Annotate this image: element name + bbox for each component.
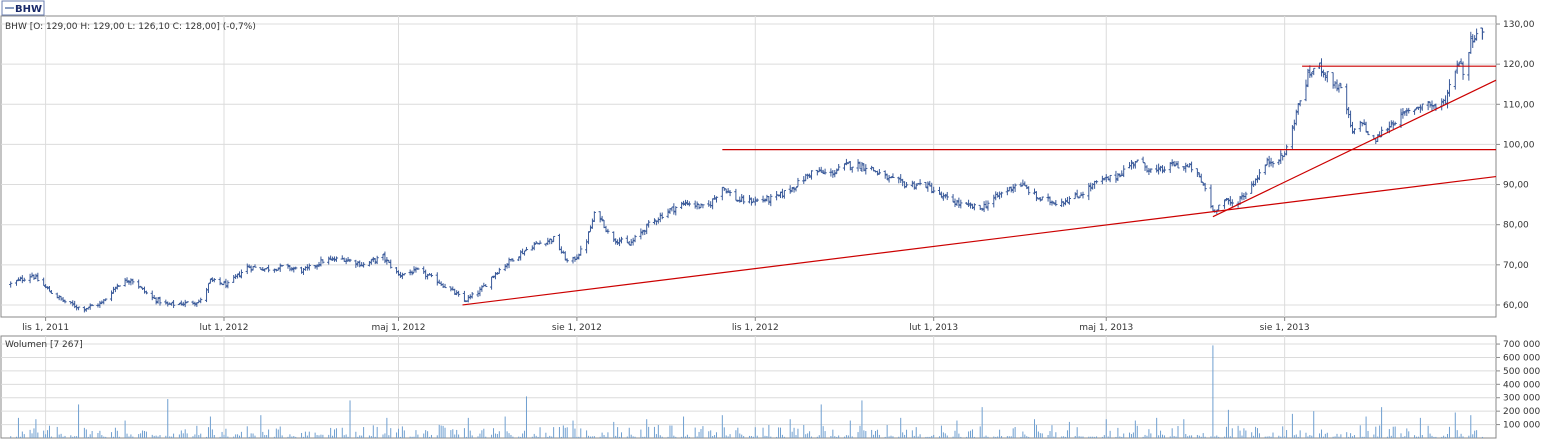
y-tick-label: 130,00	[1503, 20, 1535, 30]
x-tick-label: maj 1, 2013	[1079, 323, 1133, 333]
volume-y-tick-label: 700 000	[1503, 340, 1540, 350]
x-tick-label: lis 1, 2011	[22, 323, 69, 333]
price-y-axis: 60,00 70,00 80,00 90,00 100,00 110,00 120,00 13…	[1496, 20, 1535, 311]
volume-y-tick-label: 200 000	[1503, 407, 1540, 417]
volume-y-tick-label: 500 000	[1503, 367, 1540, 377]
stock-chart: BHW 60,00 70,00 80,00 90,00 100,00 110,00 120,…	[0, 0, 1543, 441]
x-tick-label: lut 1, 2013	[909, 323, 958, 333]
x-tick-label: sie 1, 2013	[1260, 323, 1310, 333]
volume-legend: Wolumen [7 267]	[5, 340, 83, 350]
y-tick-label: 80,00	[1503, 221, 1529, 231]
x-tick-label: lis 1, 2012	[732, 323, 779, 333]
y-tick-label: 90,00	[1503, 181, 1529, 191]
y-tick-label: 120,00	[1503, 60, 1535, 70]
y-tick-label: 70,00	[1503, 261, 1529, 271]
price-panel	[0, 15, 1497, 318]
y-tick-label: 60,00	[1503, 301, 1529, 311]
volume-y-tick-label: 300 000	[1503, 394, 1540, 404]
volume-y-tick-label: 400 000	[1503, 380, 1540, 390]
y-tick-label: 110,00	[1503, 100, 1535, 110]
symbol-tab[interactable]: BHW	[1, 0, 45, 16]
x-tick-label: sie 1, 2012	[552, 323, 602, 333]
chart-svg: BHW 60,00 70,00 80,00 90,00 100,00 110,00 120,…	[0, 0, 1540, 439]
x-tick-label: lut 1, 2012	[200, 323, 249, 333]
y-tick-label: 100,00	[1503, 140, 1535, 150]
volume-y-axis: 100 000 200 000 300 000 400 000 500 000 600 0…	[1496, 340, 1540, 431]
volume-panel	[0, 335, 1497, 439]
volume-y-tick-label: 600 000	[1503, 353, 1540, 363]
symbol-tab-label: BHW	[15, 4, 42, 15]
x-axis: lis 1, 2011 lut 1, 2012 maj 1, 2012 sie 1, …	[22, 317, 1310, 333]
price-legend: BHW [O: 129,00 H: 129,00 L: 126,10 C: 12…	[5, 22, 256, 32]
volume-y-tick-label: 100 000	[1503, 421, 1540, 431]
x-tick-label: maj 1, 2012	[372, 323, 426, 333]
